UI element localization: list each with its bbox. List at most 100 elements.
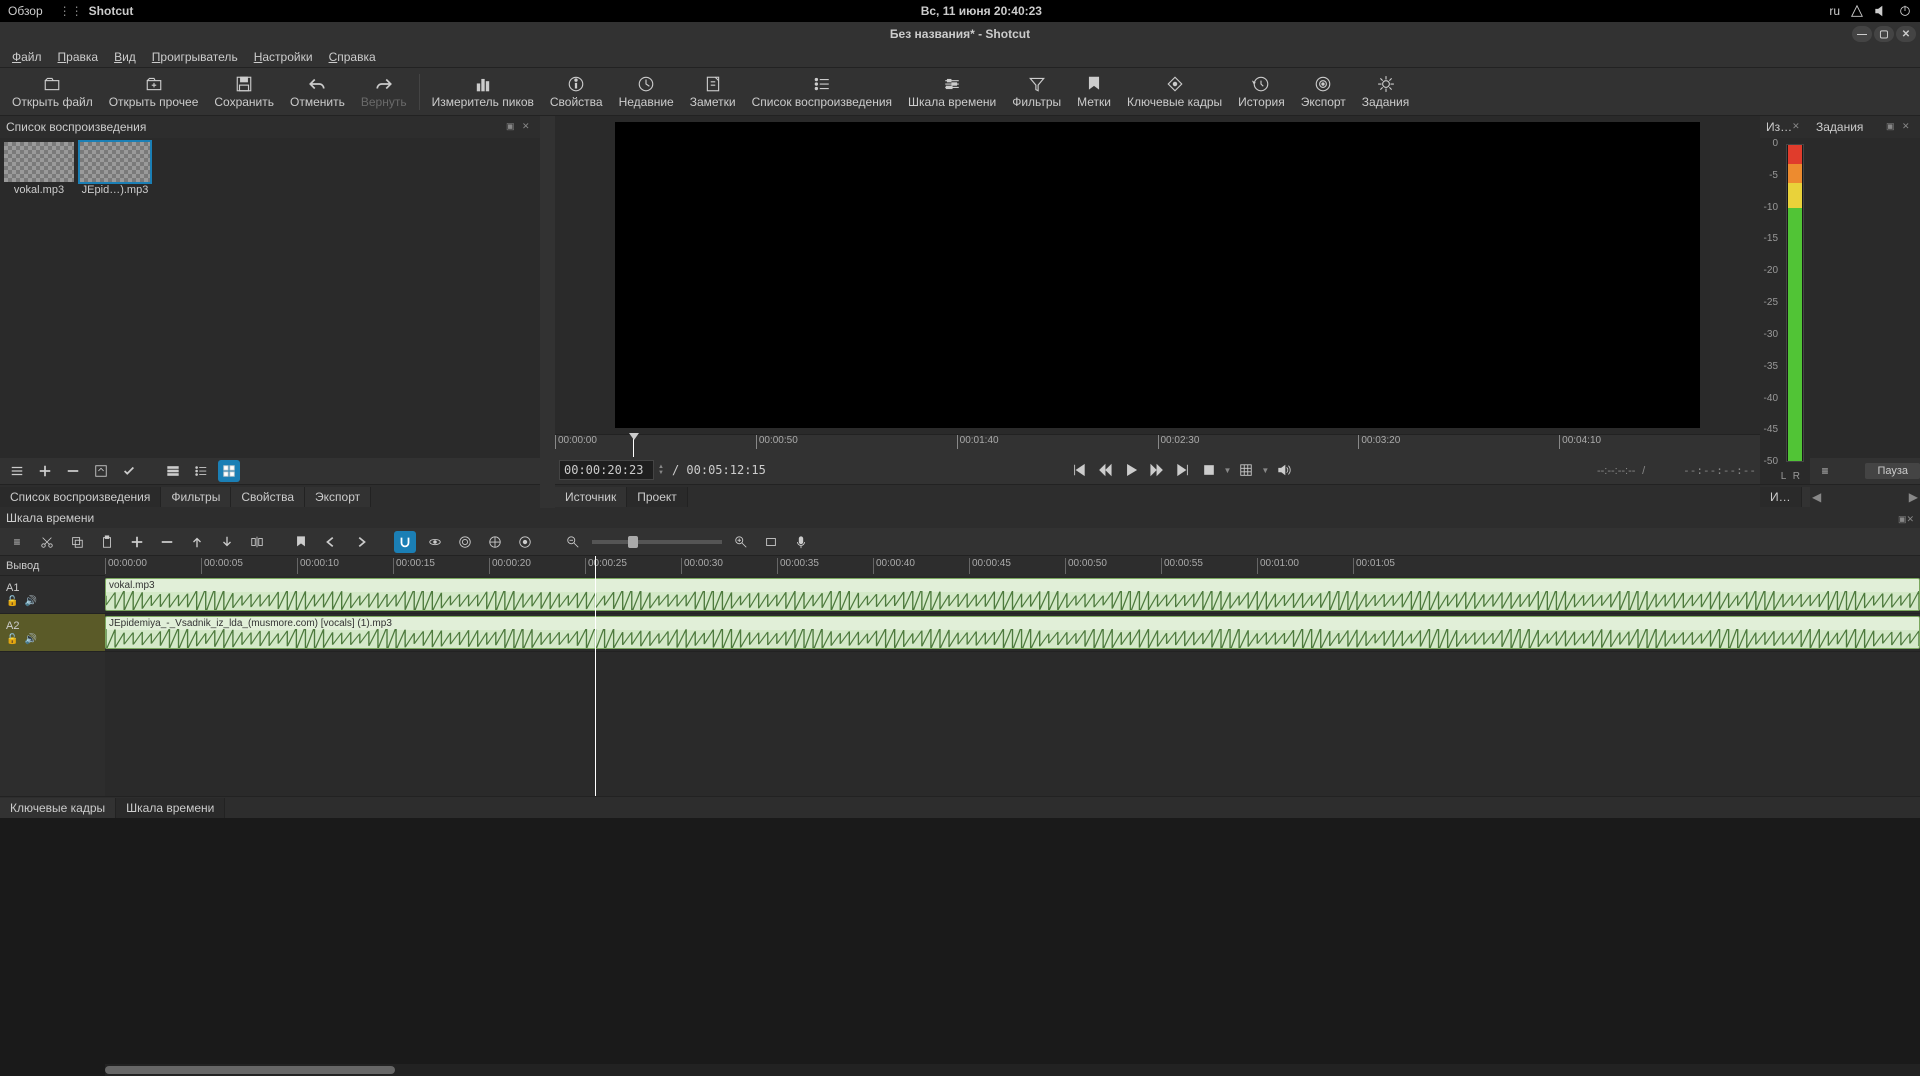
track-row[interactable]: JEpidemiya_-_Vsadnik_iz_lda_(musmore.com… [105,614,1920,652]
window-close-button[interactable]: ✕ [1896,26,1916,42]
timeline-overwrite-button[interactable] [216,531,238,553]
timeline-zoom-in-button[interactable] [730,531,752,553]
open-file-button[interactable]: Открыть файл [4,73,101,111]
timeline-record-button[interactable] [790,531,812,553]
timeline-menu-button[interactable]: ≡ [6,531,28,553]
timeline-zoom-out-button[interactable] [562,531,584,553]
tracks-area[interactable]: 00:00:0000:00:0500:00:1000:00:1500:00:20… [105,556,1920,796]
mute-icon[interactable]: 🔊 [24,596,36,607]
rewind-button[interactable] [1094,459,1116,481]
tasks-tab-prev-icon[interactable]: ◀ [1812,490,1821,504]
tasks-tab-next-icon[interactable]: ▶ [1909,490,1918,504]
skip-next-button[interactable] [1172,459,1194,481]
preview-playhead[interactable] [633,435,634,457]
window-minimize-button[interactable]: — [1852,26,1872,42]
timeline-zoom-fit-button[interactable] [760,531,782,553]
menu-Правка[interactable]: Правка [50,48,107,66]
lock-icon[interactable]: 🔓 [6,596,18,607]
timeline-paste-button[interactable] [96,531,118,553]
active-app-indicator[interactable]: ⋮⋮ Shotcut [59,4,134,18]
undo-button[interactable]: Отменить [282,73,353,111]
save-button[interactable]: Сохранить [206,73,282,111]
timeline-next-marker-button[interactable] [350,531,372,553]
preview-tab[interactable]: Проект [627,487,688,507]
playlist-tab[interactable]: Фильтры [161,487,231,507]
tasks-menu-button[interactable]: ≡ [1814,460,1836,482]
timeline-split-button[interactable] [246,531,268,553]
zoom-fit-button[interactable] [1198,459,1220,481]
timeline-zoom-slider[interactable] [592,540,722,544]
playlist-tab[interactable]: Свойства [231,487,305,507]
playlist-update-button[interactable] [90,460,112,482]
grid-button[interactable] [1235,459,1257,481]
menu-Вид[interactable]: Вид [106,48,144,66]
redo-button[interactable]: Вернуть [353,73,415,111]
volume-icon[interactable] [1874,4,1888,18]
playlist-view-details-button[interactable] [162,460,184,482]
history-button[interactable]: История [1230,73,1293,111]
zoom-fit-dropdown-icon[interactable]: ▼ [1224,466,1232,475]
playlist-tab[interactable]: Экспорт [305,487,371,507]
timeline-clip[interactable]: vokal.mp3 [105,578,1920,611]
timeline-ripple-all-button[interactable] [484,531,506,553]
network-icon[interactable] [1850,4,1864,18]
keyboard-layout-indicator[interactable]: ru [1829,4,1840,18]
volume-button[interactable] [1273,459,1295,481]
panel-close-icon[interactable]: ✕ [1906,514,1914,524]
peak-tab[interactable]: И… [1760,487,1802,507]
timeline-scrub-button[interactable] [424,531,446,553]
timeline-playhead[interactable] [595,556,596,796]
playlist-items-area[interactable]: vokal.mp3JEpid…).mp3 [0,138,540,458]
playlist-add-button[interactable] [34,460,56,482]
video-preview-area[interactable] [555,116,1760,434]
timeline-prev-marker-button[interactable] [320,531,342,553]
grid-dropdown-icon[interactable]: ▼ [1261,466,1269,475]
menu-Настройки[interactable]: Настройки [246,48,321,66]
panel-float-icon[interactable]: ▣ [506,121,518,133]
timeline-tab[interactable]: Шкала времени [116,798,225,818]
jobs-button[interactable]: Задания [1354,73,1417,111]
markers-button[interactable]: Метки [1069,73,1119,111]
track-header[interactable]: A2🔓🔊 [0,614,105,652]
timeline-ripple-markers-button[interactable] [514,531,536,553]
notes-button[interactable]: Заметки [682,73,744,111]
keyframes-button[interactable]: Ключевые кадры [1119,73,1230,111]
mute-icon[interactable]: 🔊 [24,634,36,645]
open-other-button[interactable]: Открыть прочее [101,73,207,111]
menu-Проигрыватель[interactable]: Проигрыватель [144,48,246,66]
window-title-bar[interactable]: Без названия* - Shotcut — ▢ ✕ [0,22,1920,46]
track-row[interactable]: vokal.mp3 [105,576,1920,614]
export-button[interactable]: Экспорт [1293,73,1354,111]
menu-Файл[interactable]: Файл [4,48,50,66]
timeline-append-button[interactable] [126,531,148,553]
panel-close-icon[interactable]: ✕ [522,121,534,133]
playlist-remove-button[interactable] [62,460,84,482]
timecode-spinner[interactable]: ▲▼ [658,464,664,476]
system-datetime[interactable]: Вс, 11 июня 20:40:23 [133,4,1829,18]
panel-close-icon[interactable]: ✕ [1792,121,1804,133]
preview-tab[interactable]: Источник [555,487,627,507]
window-maximize-button[interactable]: ▢ [1874,26,1894,42]
pause-button[interactable]: Пауза [1865,463,1920,479]
timeline-button[interactable]: Шкала времени [900,73,1004,111]
timeline-copy-button[interactable] [66,531,88,553]
playlist-view-list-button[interactable] [190,460,212,482]
properties-button[interactable]: Свойства [542,73,611,111]
timeline-ripple-button[interactable] [454,531,476,553]
lock-icon[interactable]: 🔓 [6,634,18,645]
timeline-scrollbar[interactable] [105,1064,1920,1076]
skip-previous-button[interactable] [1068,459,1090,481]
filters-button[interactable]: Фильтры [1004,73,1069,111]
timeline-snap-button[interactable] [394,531,416,553]
play-button[interactable] [1120,459,1142,481]
timecode-input[interactable] [559,460,654,480]
playlist-check-button[interactable] [118,460,140,482]
timeline-remove-button[interactable] [156,531,178,553]
fast-forward-button[interactable] [1146,459,1168,481]
playlist-item[interactable]: vokal.mp3 [4,142,74,196]
output-track-header[interactable]: Вывод [0,556,105,576]
playlist-tab[interactable]: Список воспроизведения [0,487,161,507]
panel-close-icon[interactable]: ✕ [1902,121,1914,133]
timeline-clip[interactable]: JEpidemiya_-_Vsadnik_iz_lda_(musmore.com… [105,616,1920,649]
timeline-tab[interactable]: Ключевые кадры [0,798,116,818]
